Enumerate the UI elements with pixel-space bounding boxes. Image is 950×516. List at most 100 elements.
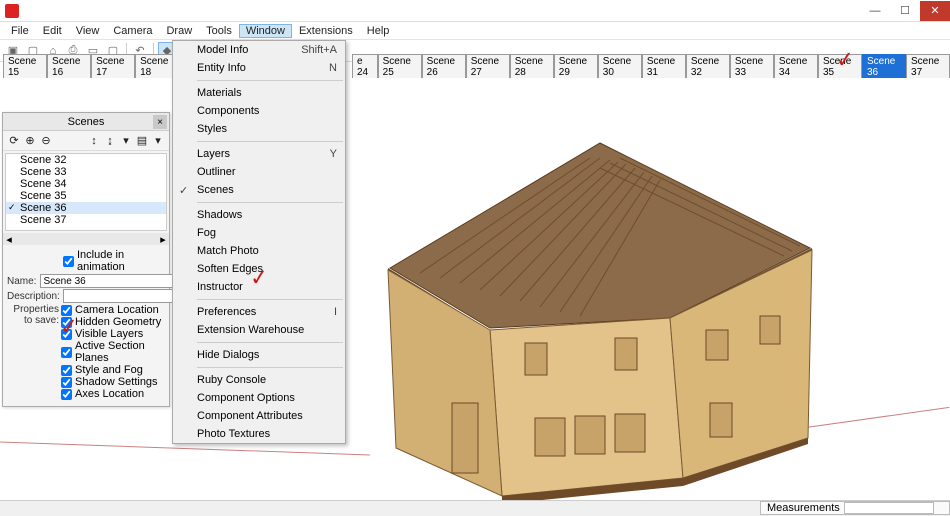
menu-item-extension-warehouse[interactable]: Extension Warehouse (173, 321, 345, 339)
prop-checkbox[interactable] (61, 389, 72, 400)
scene-list-item[interactable]: ✓Scene 36 (6, 202, 166, 214)
scroll-track[interactable] (15, 233, 157, 245)
menu-item-component-options[interactable]: Component Options (173, 389, 345, 407)
menu-window[interactable]: Window (239, 24, 292, 38)
scene-list-item[interactable]: Scene 34 (6, 178, 166, 190)
menu-draw[interactable]: Draw (159, 24, 199, 38)
prop-visible-layers[interactable]: Visible Layers (59, 328, 165, 340)
move-down-icon[interactable]: ↨ (103, 134, 117, 148)
scene-tab[interactable]: Scene 26 (422, 54, 466, 79)
name-row: Name: (7, 274, 165, 288)
menu-item-instructor[interactable]: Instructor (173, 278, 345, 296)
scene-tab[interactable]: Scene 34 (774, 54, 818, 79)
menu-separator (197, 141, 343, 142)
view-icon[interactable]: ▤ (135, 134, 149, 148)
scroll-right-icon[interactable]: ▸ (157, 233, 169, 245)
menu-separator (197, 367, 343, 368)
prop-checkbox[interactable] (61, 317, 72, 328)
scene-tab[interactable]: Scene 17 (91, 54, 135, 79)
include-label: Include in animation (77, 249, 165, 273)
scene-list-item[interactable]: Scene 33 (6, 166, 166, 178)
close-button[interactable]: ✕ (920, 1, 950, 21)
prop-axes-location[interactable]: Axes Location (59, 388, 165, 400)
menu-item-label: Model Info (197, 44, 248, 56)
details-chevron-icon[interactable]: ▾ (151, 134, 165, 148)
menu-chevron-icon[interactable]: ▾ (119, 134, 133, 148)
menu-item-shadows[interactable]: Shadows (173, 206, 345, 224)
menu-item-hide-dialogs[interactable]: Hide Dialogs (173, 346, 345, 364)
add-icon[interactable]: ⊕ (23, 134, 37, 148)
prop-active-section-planes[interactable]: Active Section Planes (59, 340, 165, 364)
menu-file[interactable]: File (4, 24, 36, 38)
menu-item-entity-info[interactable]: Entity InfoN (173, 59, 345, 77)
close-icon[interactable]: × (153, 115, 167, 129)
include-checkbox[interactable] (63, 256, 74, 267)
prop-hidden-geometry[interactable]: Hidden Geometry (59, 316, 165, 328)
prop-style-and-fog[interactable]: Style and Fog (59, 364, 165, 376)
name-label: Name: (7, 276, 36, 287)
scene-tab[interactable]: Scene 32 (686, 54, 730, 79)
menu-item-soften-edges[interactable]: Soften Edges (173, 260, 345, 278)
scene-list-item[interactable]: Scene 37 (6, 214, 166, 226)
prop-checkbox[interactable] (61, 305, 72, 316)
scene-tab[interactable]: Scene 25 (378, 54, 422, 79)
menu-item-outliner[interactable]: Outliner (173, 163, 345, 181)
menu-item-model-info[interactable]: Model Info Shift+A (173, 41, 345, 59)
scroll-left-icon[interactable]: ◂ (3, 233, 15, 245)
menu-bar: FileEditViewCameraDrawToolsWindowExtensi… (0, 22, 950, 40)
menu-edit[interactable]: Edit (36, 24, 69, 38)
menu-item-scenes[interactable]: ✓Scenes (173, 181, 345, 199)
menu-item-materials[interactable]: Materials (173, 84, 345, 102)
scene-tab[interactable]: Scene 35 (818, 54, 862, 79)
scene-tab[interactable]: Scene 31 (642, 54, 686, 79)
scenes-list[interactable]: Scene 32Scene 33Scene 34Scene 35✓Scene 3… (5, 153, 167, 231)
menu-item-label: Component Attributes (197, 410, 303, 422)
prop-checkbox[interactable] (61, 365, 72, 376)
menu-extensions[interactable]: Extensions (292, 24, 360, 38)
scene-tab[interactable]: Scene 16 (47, 54, 91, 79)
menu-item-label: Soften Edges (197, 263, 263, 275)
measurements-input[interactable] (844, 502, 934, 514)
menu-item-label: Extension Warehouse (197, 324, 304, 336)
menu-help[interactable]: Help (360, 24, 397, 38)
menu-item-component-attributes[interactable]: Component Attributes (173, 407, 345, 425)
maximize-button[interactable]: ☐ (890, 1, 920, 21)
scene-tab[interactable]: e 24 (352, 54, 378, 79)
remove-icon[interactable]: ⊖ (39, 134, 53, 148)
prop-checkbox[interactable] (61, 377, 72, 388)
scene-tab[interactable]: Scene 27 (466, 54, 510, 79)
menu-item-styles[interactable]: Styles (173, 120, 345, 138)
scene-list-item[interactable]: Scene 32 (6, 154, 166, 166)
scene-name-input[interactable] (40, 274, 178, 288)
minimize-button[interactable]: — (860, 1, 890, 21)
menu-item-ruby-console[interactable]: Ruby Console (173, 371, 345, 389)
move-up-icon[interactable]: ↕ (87, 134, 101, 148)
menu-item-shortcut: Shift+A (301, 44, 337, 56)
menu-item-layers[interactable]: LayersY (173, 145, 345, 163)
menu-view[interactable]: View (69, 24, 107, 38)
scene-tab[interactable]: Scene 15 (3, 54, 47, 79)
menu-item-preferences[interactable]: PreferencesI (173, 303, 345, 321)
scenes-scrollbar[interactable]: ◂ ▸ (3, 233, 169, 245)
menu-tools[interactable]: Tools (199, 24, 239, 38)
refresh-icon[interactable]: ⟳ (7, 134, 21, 148)
scene-tab[interactable]: Scene 33 (730, 54, 774, 79)
scene-tab[interactable]: Scene 30 (598, 54, 642, 79)
prop-checkbox[interactable] (61, 347, 72, 358)
menu-item-photo-textures[interactable]: Photo Textures (173, 425, 345, 443)
scene-tab[interactable]: Scene 37 (906, 54, 950, 79)
menu-item-match-photo[interactable]: Match Photo (173, 242, 345, 260)
menu-item-components[interactable]: Components (173, 102, 345, 120)
scene-tab[interactable]: Scene 28 (510, 54, 554, 79)
menu-item-fog[interactable]: Fog (173, 224, 345, 242)
include-in-animation-row[interactable]: Include in animation (7, 249, 165, 273)
scene-tab[interactable]: Scene 36 (862, 54, 906, 79)
scene-tab[interactable]: Scene 29 (554, 54, 598, 79)
scene-list-item[interactable]: Scene 35 (6, 190, 166, 202)
prop-shadow-settings[interactable]: Shadow Settings (59, 376, 165, 388)
menu-item-label: Instructor (197, 281, 243, 293)
prop-camera-location[interactable]: Camera Location (59, 304, 165, 316)
scenes-panel-title[interactable]: Scenes × (3, 113, 169, 131)
menu-camera[interactable]: Camera (106, 24, 159, 38)
prop-checkbox[interactable] (61, 329, 72, 340)
